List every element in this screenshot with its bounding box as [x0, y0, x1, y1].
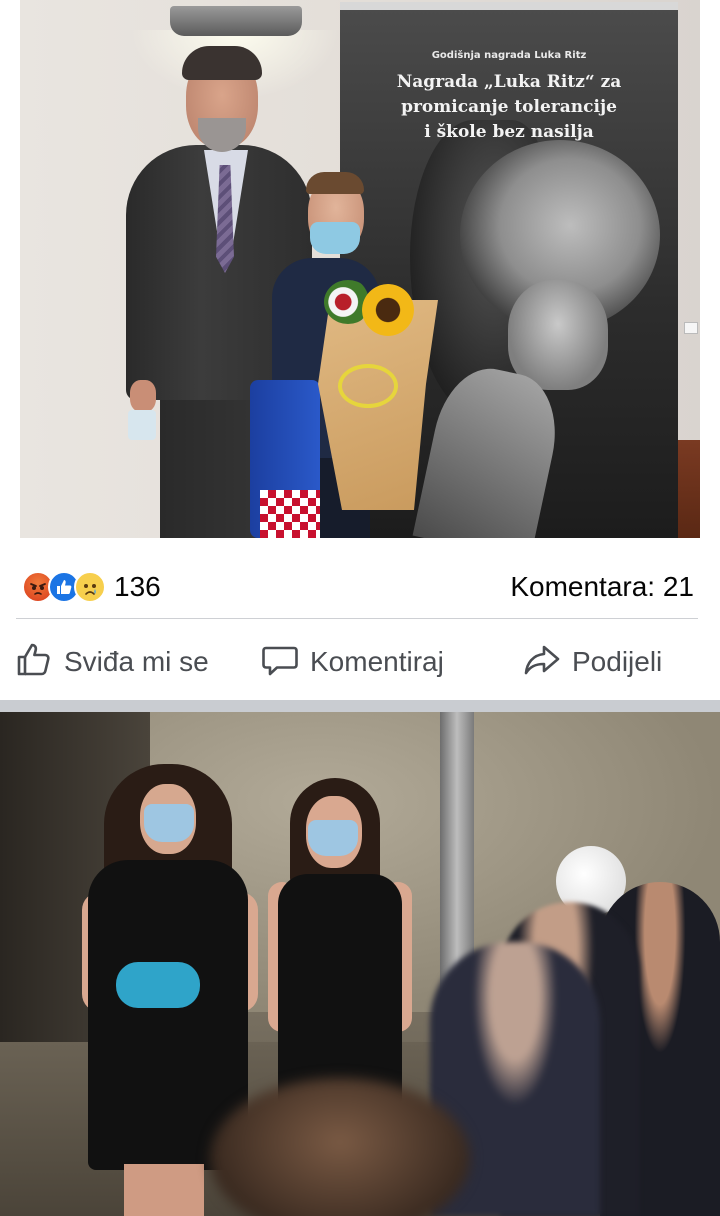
banner-portrait-hand — [508, 280, 608, 390]
banner-title-line: promicanje tolerancije — [401, 97, 617, 117]
woman-left-face-mask — [144, 804, 194, 842]
share-arrow-icon — [522, 640, 562, 685]
wall-outlet — [684, 322, 698, 334]
comment-button[interactable]: Komentiraj — [260, 632, 444, 692]
face-mask-in-hand — [128, 410, 156, 440]
comments-count-link[interactable]: Komentara: 21 — [510, 571, 694, 603]
bouquet-sunflower — [362, 284, 414, 336]
comment-icon — [260, 640, 300, 685]
divider — [16, 618, 698, 619]
post-photo-ceremony-hostesses[interactable] — [0, 712, 720, 1216]
woman-right-face-mask — [308, 820, 358, 856]
thumbs-up-icon — [14, 640, 54, 685]
jersey-checkerboard — [260, 490, 320, 538]
share-button-label: Podijeli — [572, 646, 663, 677]
blue-gloves — [116, 962, 200, 1008]
reactions-bar: 136 Komentara: 21 — [0, 556, 720, 618]
post-photo-award-ceremony[interactable]: Godišnja nagrada Luka Ritz Nagrada „Luka… — [20, 0, 700, 538]
boy-face-mask — [310, 222, 360, 254]
feed-separator — [0, 700, 720, 712]
banner-title-line: Nagrada „Luka Ritz“ za — [396, 72, 622, 92]
wall-lamp — [170, 6, 302, 36]
boy-hair — [306, 172, 364, 194]
banner-title: Nagrada „Luka Ritz“ za promicanje tolera… — [358, 70, 660, 145]
man-hand — [130, 380, 156, 412]
sad-icon — [74, 571, 106, 603]
comment-button-label: Komentiraj — [310, 646, 444, 677]
bouquet-ribbon — [338, 364, 398, 408]
man-hair — [182, 46, 262, 80]
like-button[interactable]: Sviđa mi se — [14, 632, 209, 692]
woman-left-legs — [124, 1164, 204, 1216]
reaction-count: 136 — [114, 571, 161, 602]
share-button[interactable]: Podijeli — [522, 632, 662, 692]
like-button-label: Sviđa mi se — [64, 646, 209, 677]
post-actions-bar: Sviđa mi se Komentiraj Podijeli — [0, 632, 720, 692]
banner-subtitle: Godišnja nagrada Luka Ritz — [431, 50, 587, 61]
woman-right-dress — [278, 874, 402, 1104]
reactions-summary[interactable]: 136 — [22, 571, 161, 603]
banner-title-line: i škole bez nasilja — [424, 122, 594, 142]
